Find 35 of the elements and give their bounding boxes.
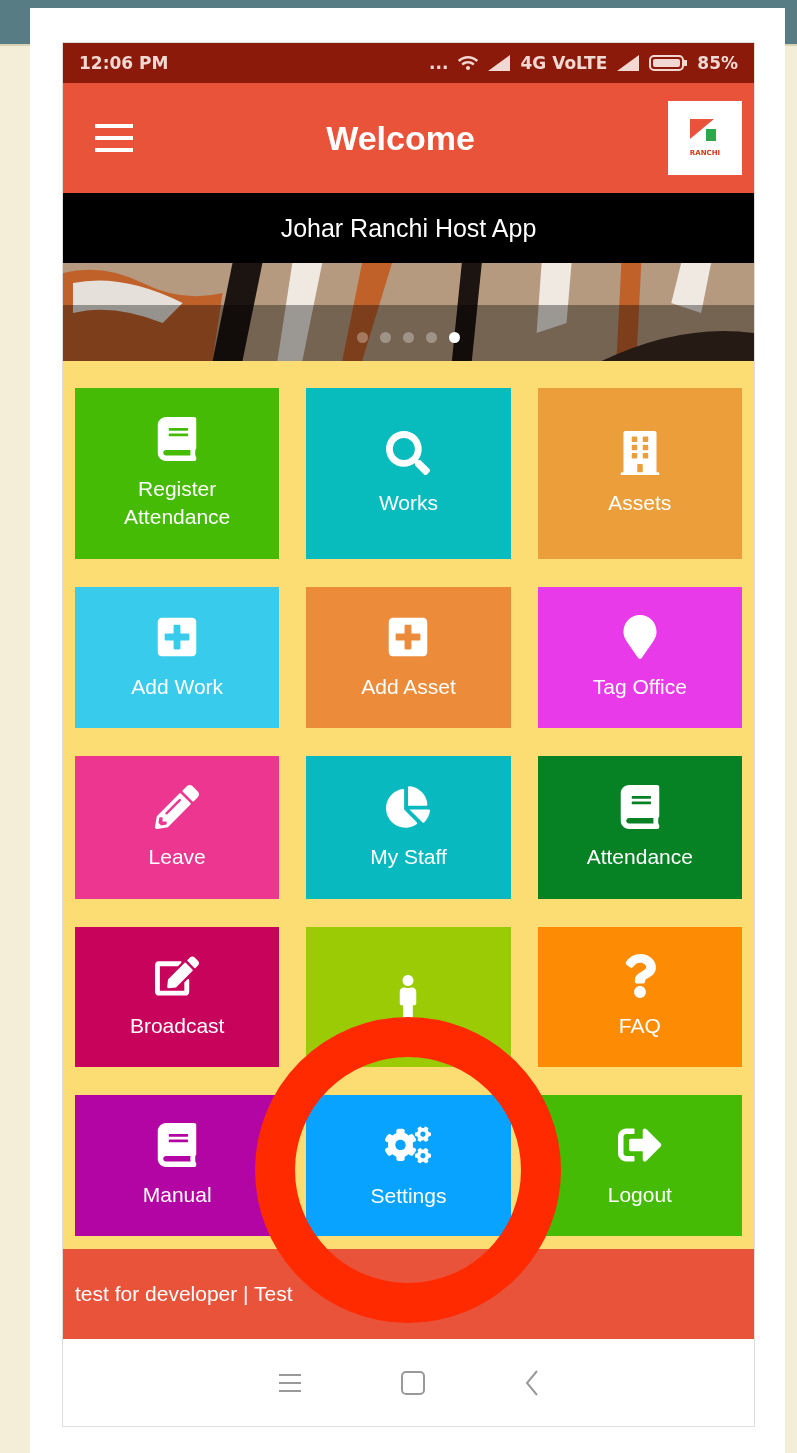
menu-tile[interactable]: Add Work	[75, 587, 280, 728]
back-icon[interactable]	[524, 1369, 539, 1396]
app-title: Johar Ranchi Host App	[63, 193, 754, 263]
menu-tile[interactable]: Assets	[537, 388, 742, 559]
home-icon[interactable]	[400, 1370, 425, 1395]
carousel-dot[interactable]	[357, 332, 368, 343]
menu-tile[interactable]: My Staff	[306, 756, 511, 899]
carousel-dot[interactable]	[449, 332, 460, 343]
edit-icon	[155, 954, 200, 999]
menu-tile[interactable]: FAQ	[537, 927, 742, 1067]
status-dots: ...	[429, 53, 449, 73]
status-time: 12:06 PM	[79, 53, 169, 73]
battery-icon	[649, 55, 688, 71]
header-title: Welcome	[325, 118, 476, 158]
signal-icon	[617, 55, 640, 71]
network-type: 4G VoLTE	[520, 53, 608, 73]
carousel-dot[interactable]	[380, 332, 391, 343]
menu-tile[interactable]: Settings	[306, 1095, 511, 1236]
battery-percent: 85%	[697, 53, 738, 73]
menu-tile[interactable]: Works	[306, 388, 511, 559]
search-icon	[386, 430, 431, 475]
menu-icon[interactable]	[95, 124, 133, 152]
carousel-dot[interactable]	[426, 332, 437, 343]
carousel-dot[interactable]	[403, 332, 414, 343]
menu-tile[interactable]: Tag Office	[537, 587, 742, 728]
menu-tile[interactable]: Attendance	[537, 756, 742, 899]
wifi-icon	[458, 53, 479, 73]
pie-chart-icon	[386, 784, 431, 829]
menu-tile[interactable]: Register Attendance	[75, 388, 280, 559]
menu-tile[interactable]: Add Asset	[306, 587, 511, 728]
pencil-icon	[155, 784, 200, 829]
menu-icon[interactable]	[278, 1373, 301, 1392]
menu-tile[interactable]: Broadcast	[75, 927, 280, 1067]
signal-icon	[488, 55, 511, 71]
menu-tile[interactable]: Leave	[75, 756, 280, 899]
